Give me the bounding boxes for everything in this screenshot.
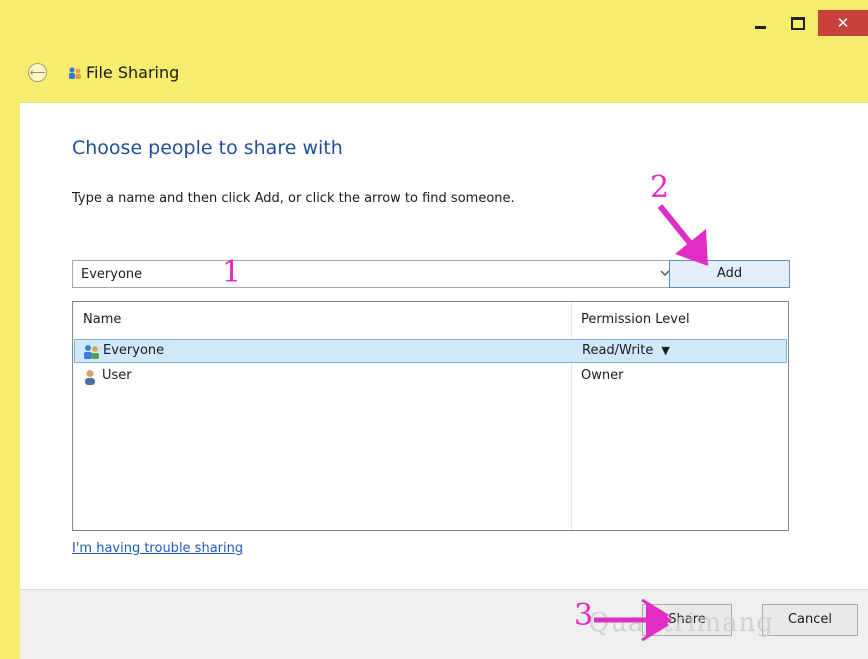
close-icon: ✕ (836, 14, 850, 32)
maximize-icon (791, 16, 805, 30)
table-row-everyone[interactable]: Everyone Read/Write ▼ (74, 339, 787, 363)
back-button[interactable]: ⟵ (28, 63, 47, 82)
title-bar: ✕ (0, 0, 868, 48)
dialog-header: ⟵ File Sharing (0, 48, 868, 102)
annotation-step-1: 1 (222, 255, 242, 290)
name-combobox[interactable]: Everyone (72, 260, 682, 288)
instruction-text: Type a name and then click Add, or click… (72, 191, 515, 206)
name-input-value: Everyone (81, 267, 143, 282)
permission-dropdown[interactable]: Read/Write ▼ (582, 343, 670, 358)
column-header-permission[interactable]: Permission Level (581, 312, 690, 327)
caret-down-icon[interactable]: ▼ (661, 344, 669, 357)
table-row-user[interactable]: User Owner (74, 365, 787, 389)
group-icon (84, 345, 99, 359)
minimize-button[interactable] (742, 10, 778, 36)
maximize-button[interactable] (780, 10, 816, 36)
user-icon (85, 370, 95, 385)
close-button[interactable]: ✕ (818, 10, 868, 36)
annotation-step-2: 2 (650, 170, 670, 205)
column-divider (571, 302, 572, 530)
trouble-sharing-link[interactable]: I'm having trouble sharing (72, 541, 243, 556)
annotation-step-3: 3 (574, 598, 594, 633)
cancel-button[interactable]: Cancel (762, 604, 858, 636)
row-name-user: User (102, 368, 132, 383)
row-name-everyone: Everyone (103, 343, 165, 358)
content-panel: Choose people to share with Type a name … (20, 102, 868, 590)
row-permission-everyone: Read/Write (582, 343, 654, 358)
watermark: Quantrimang (588, 608, 775, 638)
add-button[interactable]: Add (669, 260, 790, 288)
row-permission-user: Owner (581, 368, 624, 383)
sharing-table: Name Permission Level Everyone Read/Writ… (72, 301, 789, 531)
column-header-name[interactable]: Name (83, 312, 121, 327)
back-arrow-icon: ⟵ (29, 66, 46, 79)
page-heading: Choose people to share with (72, 137, 343, 159)
dialog-title: File Sharing (86, 63, 180, 82)
minimize-icon (754, 25, 766, 29)
file-sharing-icon (69, 67, 81, 79)
